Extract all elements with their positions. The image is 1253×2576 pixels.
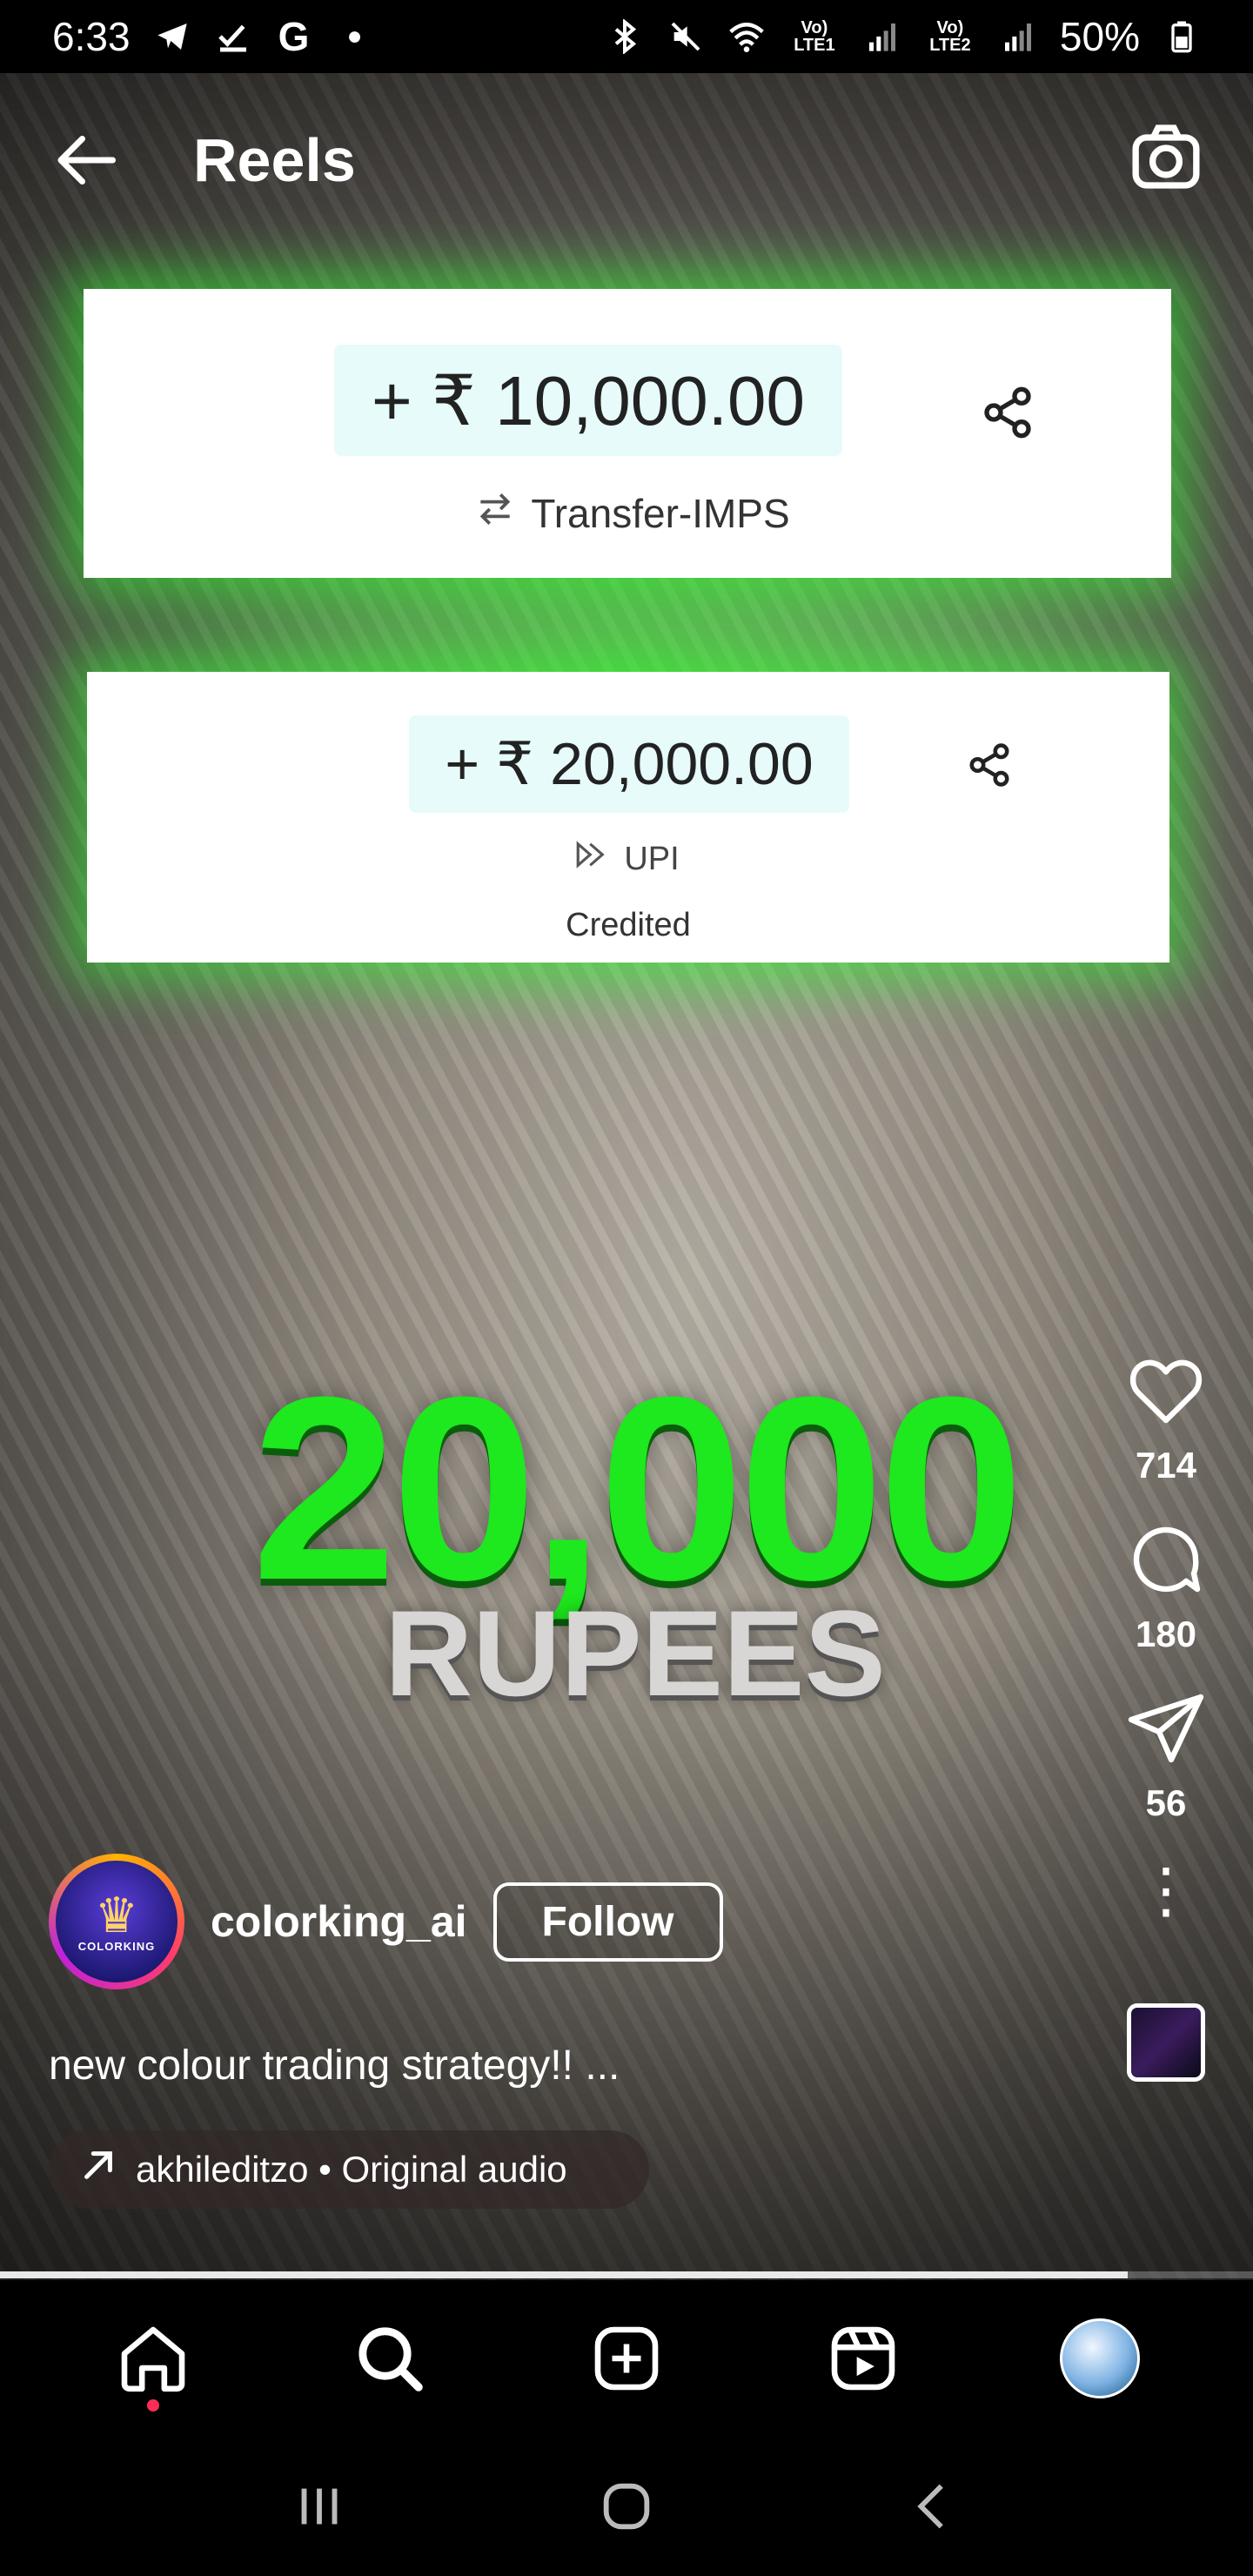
sim2-label: Vo) LTE2 (929, 18, 971, 55)
home-icon[interactable] (115, 2320, 191, 2397)
comment-action[interactable]: 180 (1124, 1518, 1208, 1655)
share-icon (980, 385, 1035, 440)
headline-number: 20,000 (251, 1342, 1024, 1634)
avatar[interactable]: ♛ COLORKING (49, 1854, 184, 1989)
action-rail: 714 180 56 ⋮ (1105, 1349, 1227, 2082)
comment-icon[interactable] (1124, 1518, 1208, 1601)
back-button[interactable] (895, 2467, 973, 2546)
reels-header: Reels (0, 73, 1253, 247)
avatar-logo-text: COLORKING (77, 1939, 156, 1953)
transfer-arrows-icon (473, 487, 517, 540)
method-label: UPI (624, 840, 680, 877)
transaction-method: UPI (539, 837, 714, 881)
signal-icon (863, 17, 901, 56)
nav-search[interactable] (342, 2311, 438, 2406)
sim1-label: Vo) LTE1 (794, 18, 835, 55)
audio-link[interactable]: akhileditzo • Original audio (49, 2130, 649, 2209)
upi-icon (573, 836, 610, 882)
profile-avatar[interactable] (1060, 2318, 1140, 2398)
comment-count: 180 (1135, 1613, 1197, 1654)
transaction-status: Credited (566, 907, 691, 943)
reels-icon[interactable] (825, 2320, 901, 2397)
status-bar: 6:33 G ● Vo) LTE1 Vo) LTE2 50% (0, 0, 1253, 73)
share-action[interactable]: 56 (1124, 1687, 1208, 1824)
telegram-icon (153, 17, 191, 56)
trending-arrow-icon (78, 2145, 118, 2194)
heart-icon[interactable] (1124, 1349, 1208, 1432)
nav-profile[interactable] (1052, 2311, 1148, 2406)
more-options-icon[interactable]: ⋮ (1136, 1860, 1196, 1921)
method-label: Transfer-IMPS (531, 491, 790, 536)
like-count: 714 (1135, 1445, 1197, 1486)
wifi-icon (727, 17, 766, 56)
transaction-card: + ₹ 20,000.00 UPI Credited (87, 672, 1169, 963)
camera-icon[interactable] (1128, 118, 1204, 195)
back-arrow-icon[interactable] (49, 121, 127, 199)
share-count: 56 (1145, 1782, 1187, 1823)
home-button-icon[interactable] (596, 2476, 657, 2537)
username[interactable]: colorking_ai (211, 1896, 467, 1947)
signal-icon (999, 17, 1037, 56)
recent-apps-icon[interactable] (289, 2476, 350, 2537)
bottom-navigation (0, 2280, 1253, 2437)
nav-create[interactable] (579, 2311, 674, 2406)
notification-dot-icon: ● (346, 22, 363, 50)
notification-dot (147, 2399, 159, 2412)
task-check-icon (214, 17, 252, 56)
like-action[interactable]: 714 (1124, 1349, 1208, 1486)
back-button-icon[interactable] (903, 2476, 964, 2537)
send-icon[interactable] (1124, 1687, 1208, 1770)
audio-label: akhileditzo • Original audio (136, 2149, 567, 2190)
transaction-card: + ₹ 10,000.00 Transfer-IMPS (84, 289, 1171, 578)
reel-progress-fill (0, 2271, 1128, 2278)
headline-unit: RUPEES (385, 1585, 886, 1721)
home-button[interactable] (587, 2467, 666, 2546)
google-icon: G (278, 14, 310, 59)
share-icon (966, 741, 1022, 797)
transaction-amount: + ₹ 10,000.00 (334, 345, 842, 456)
author-row: ♛ COLORKING colorking_ai Follow (49, 1854, 723, 1989)
mute-icon (667, 17, 705, 56)
create-icon[interactable] (588, 2320, 665, 2397)
crown-icon: ♛ (94, 1887, 139, 1942)
status-time: 6:33 (52, 14, 131, 59)
caption[interactable]: new colour trading strategy!! ... (49, 2042, 620, 2090)
transaction-amount: + ₹ 20,000.00 (409, 715, 849, 813)
transaction-method: Transfer-IMPS (414, 487, 849, 540)
battery-percent: 50% (1059, 14, 1140, 59)
battery-icon (1163, 17, 1201, 56)
system-navigation (0, 2437, 1253, 2576)
nav-reels[interactable] (815, 2311, 911, 2406)
reel-progress-bar[interactable] (0, 2271, 1253, 2278)
page-title: Reels (193, 126, 356, 194)
nav-home[interactable] (105, 2311, 201, 2412)
search-icon[interactable] (352, 2320, 428, 2397)
recent-apps-button[interactable] (280, 2467, 358, 2546)
bluetooth-icon (606, 17, 644, 56)
follow-button[interactable]: Follow (492, 1882, 723, 1962)
audio-thumbnail[interactable] (1127, 2003, 1205, 2082)
